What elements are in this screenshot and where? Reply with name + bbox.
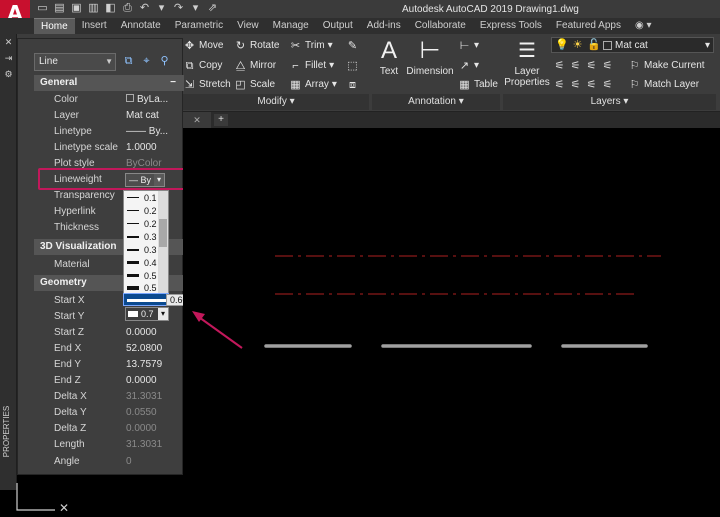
- annotation-arrow-overlay: [192, 311, 243, 349]
- ucs-icon: ✕: [16, 483, 69, 513]
- annotation-arrow: [195, 314, 243, 349]
- svg-text:✕: ✕: [59, 501, 69, 513]
